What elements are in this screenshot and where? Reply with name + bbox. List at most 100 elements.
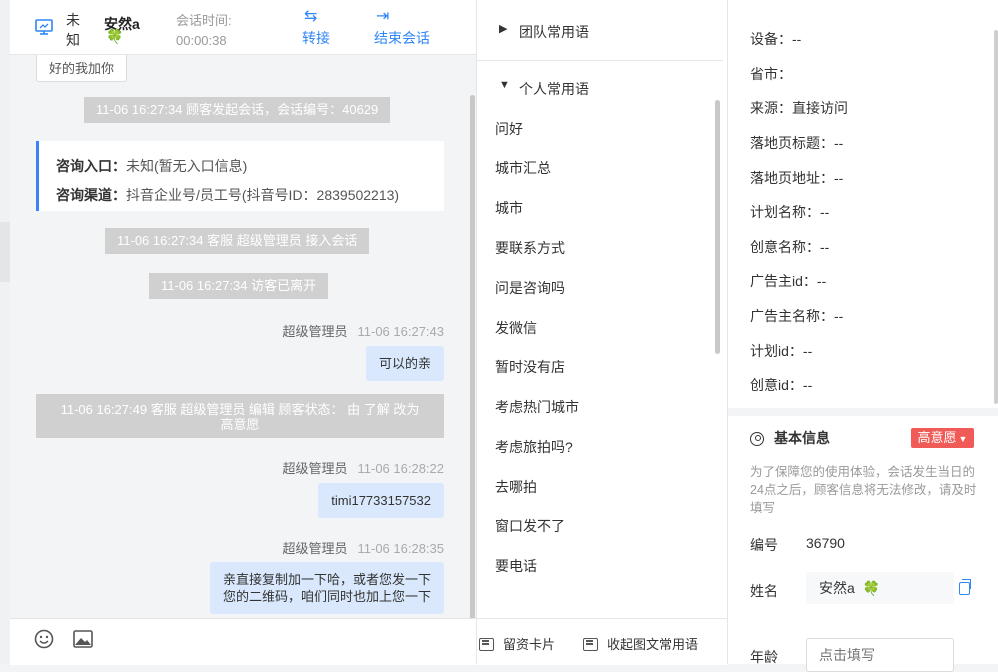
phrases-scrollbar[interactable] (715, 100, 720, 354)
row-value: -- (820, 204, 830, 220)
row-label: 广告主名称： (750, 308, 834, 324)
phrase-item[interactable]: 要联系方式 (495, 238, 565, 258)
lead-card-label: 留资卡片 (503, 637, 556, 652)
inquiry-entry-value: 未知(暂无入口信息) (126, 158, 248, 174)
info-row-advertiser-name: 广告主名称：-- (750, 306, 843, 326)
section-header-peek (750, 0, 870, 4)
message-sender: 超级管理员 11-06 16:27:43 (282, 321, 444, 340)
phrase-item[interactable]: 问好 (495, 119, 523, 139)
row-label: 广告主id： (750, 273, 817, 289)
message-time: 11-06 16:27:43 (357, 324, 445, 339)
info-scrollbar[interactable] (994, 30, 998, 404)
inquiry-channel-value: 抖音企业号/员工号(抖音号ID：2839502213) (126, 187, 400, 203)
intent-status-dropdown[interactable]: 高意愿 ▼ (911, 428, 974, 448)
caret-down-icon: ▼ (958, 434, 968, 444)
image-icon[interactable] (73, 630, 93, 648)
phrase-item[interactable]: 发微信 (495, 318, 537, 338)
phrase-item[interactable]: 要电话 (495, 556, 537, 576)
sender-name: 超级管理员 (282, 541, 348, 556)
inquiry-channel-row: 咨询渠道：抖音企业号/员工号(抖音号ID：2839502213) (56, 181, 444, 210)
phrase-group-team[interactable]: ▶ 团队常用语 (477, 22, 727, 82)
collapse-phrases-label: 收起图文常用语 (607, 637, 699, 652)
caret-right-icon: ▶ (499, 23, 508, 35)
status-edit-line2: 高意愿 (220, 417, 260, 432)
row-value: -- (820, 239, 830, 255)
info-row-advertiser-id: 广告主id：-- (750, 271, 826, 291)
message-time: 11-06 16:28:35 (357, 541, 445, 556)
status-edit-line1: 11-06 16:27:49 客服 超级管理员 编辑 顾客状态： 由 了解 改为 (60, 402, 420, 417)
system-message-session-start: 11-06 16:27:34 顾客发起会话，会话编号：40629 (84, 97, 391, 123)
inquiry-channel-label: 咨询渠道： (56, 187, 126, 203)
agent-message-bubble: 可以的亲 (365, 346, 444, 381)
chat-panel: 未知 安然a 🍀 会话时间: 00:00:38 ⇆ 转接 ⇥ 结束会话 好的我加… (10, 0, 477, 665)
phrase-item[interactable]: 问是咨询吗 (495, 278, 565, 298)
info-row-source: 来源：直接访问 (750, 98, 848, 118)
row-label: 创意id： (750, 377, 803, 393)
inquiry-entry-row: 咨询入口：未知(暂无入口信息) (56, 152, 444, 181)
phrase-item[interactable]: 考虑热门城市 (495, 397, 579, 417)
monitor-icon (35, 19, 53, 35)
phrase-item[interactable]: 城市汇总 (495, 158, 551, 178)
bubble-line2: 您的二维码，咱们同时也加上您一下 (222, 589, 431, 604)
row-value: -- (802, 377, 813, 393)
name-field[interactable]: 安然a 🍀 (806, 572, 954, 604)
message-card-icon (479, 638, 494, 651)
session-time-value: 00:00:38 (176, 33, 227, 48)
info-row-plan-id: 计划id：-- (750, 341, 812, 361)
id-label: 编号 (750, 537, 778, 553)
basic-info-label: 基本信息 (774, 430, 830, 446)
sender-name: 超级管理员 (282, 324, 348, 339)
intent-status-label: 高意愿 (917, 430, 957, 445)
exit-icon: ⇥ (376, 8, 390, 25)
lead-card-button[interactable]: 留资卡片 (479, 634, 555, 653)
phrase-item[interactable]: 考虑旅拍吗? (495, 437, 573, 457)
row-value: -- (802, 343, 813, 359)
left-edge-strip (0, 0, 10, 664)
message-list: 好的我加你 11-06 16:27:34 顾客发起会话，会话编号：40629 咨… (10, 55, 476, 618)
info-row-province: 省市： (750, 64, 792, 84)
transfer-button[interactable]: ⇆ 转接 (302, 8, 330, 48)
row-value: -- (816, 273, 827, 289)
row-label: 创意名称： (750, 239, 820, 255)
user-circle-icon (750, 432, 764, 446)
name-value: 安然a (819, 580, 855, 596)
phrase-group-team-label: 团队常用语 (519, 24, 589, 40)
phrase-item[interactable]: 暂时没有店 (495, 357, 565, 377)
emoji-icon[interactable] (34, 629, 54, 649)
message-sender: 超级管理员 11-06 16:28:35 (282, 538, 444, 557)
divider (477, 60, 723, 61)
visitor-unknown-label: 未知 (66, 12, 80, 48)
collapse-phrases-button[interactable]: 收起图文常用语 (583, 634, 698, 653)
quoted-message-chip: 好的我加你 (36, 55, 128, 82)
clover-emoji: 🍀 (862, 580, 881, 596)
caret-down-icon: ▼ (499, 79, 510, 91)
row-label: 落地页标题： (750, 135, 834, 151)
phrase-item[interactable]: 去哪拍 (495, 477, 537, 497)
system-message-visitor-left: 11-06 16:27:34 访客已离开 (149, 273, 329, 299)
agent-message-bubble: 亲直接复制加一下哈，或者您发一下 您的二维码，咱们同时也加上您一下 (209, 562, 444, 614)
end-session-button[interactable]: ⇥ 结束会话 (374, 8, 430, 48)
row-value: 直接访问 (792, 100, 848, 116)
row-label: 落地页地址： (750, 170, 834, 186)
system-message-agent-join: 11-06 16:27:34 客服 超级管理员 接入会话 (105, 228, 370, 254)
row-label: 设备： (750, 31, 792, 47)
age-input[interactable] (806, 638, 954, 672)
row-label: 计划id： (750, 343, 803, 359)
system-message-status-edit: 11-06 16:27:49 客服 超级管理员 编辑 顾客状态： 由 了解 改为… (36, 394, 444, 438)
left-strip-marker (0, 222, 10, 282)
session-time-label: 会话时间: (176, 13, 232, 28)
phrases-toolbar: 留资卡片 收起图文常用语 (477, 618, 727, 665)
info-row-landing-title: 落地页标题：-- (750, 133, 843, 153)
copy-icon[interactable] (959, 579, 971, 595)
row-value: -- (834, 308, 844, 324)
info-row-plan-name: 计划名称：-- (750, 202, 829, 222)
message-time: 11-06 16:28:22 (357, 461, 445, 476)
name-label: 姓名 (750, 583, 778, 599)
info-row-device: 设备：-- (750, 29, 801, 49)
phrase-item[interactable]: 城市 (495, 198, 523, 218)
chat-scrollbar[interactable] (470, 95, 475, 620)
section-divider (728, 408, 998, 416)
sender-name: 超级管理员 (282, 461, 348, 476)
phrase-item[interactable]: 窗口发不了 (495, 516, 565, 536)
age-label: 年龄 (750, 649, 778, 665)
